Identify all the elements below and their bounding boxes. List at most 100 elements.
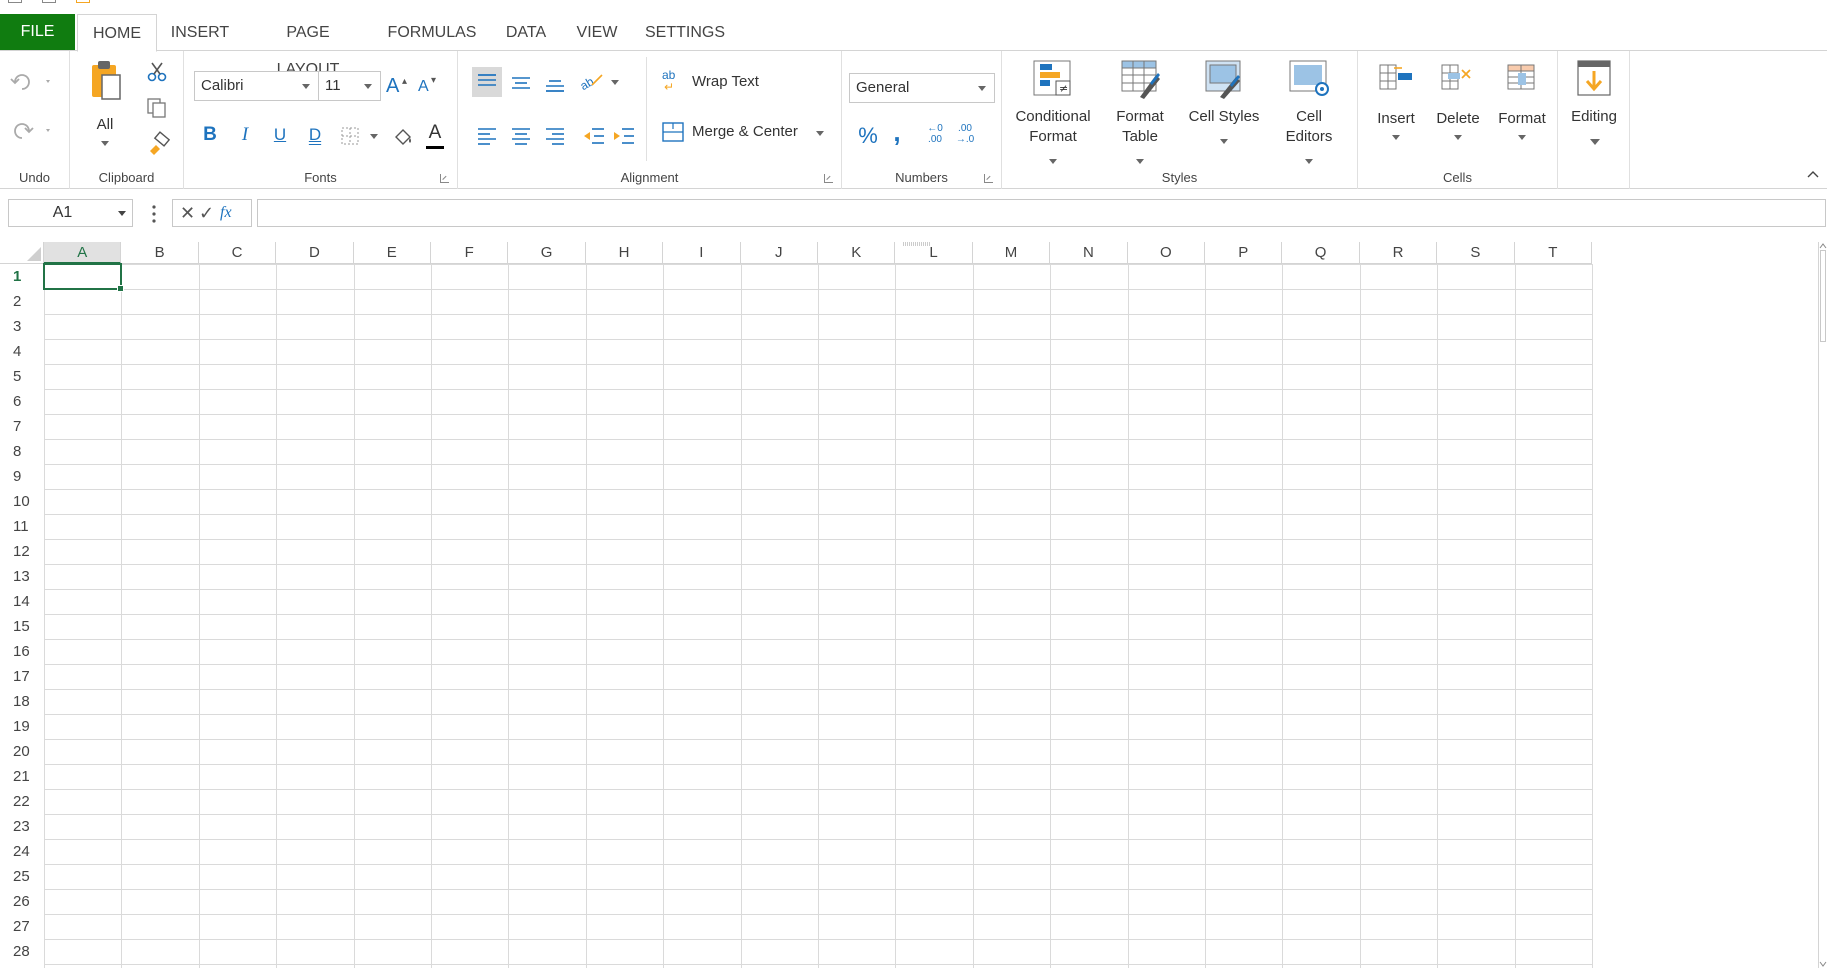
formula-input[interactable]: [257, 199, 1826, 227]
conditional-format-button[interactable]: ≠ Conditional Format: [1010, 59, 1096, 169]
row-header[interactable]: 7: [0, 414, 44, 439]
row-header[interactable]: 2: [0, 289, 44, 314]
tab-settings[interactable]: SETTINGS: [645, 14, 725, 51]
row-header[interactable]: 28: [0, 939, 44, 964]
editing-button[interactable]: Editing: [1562, 59, 1626, 159]
collapse-ribbon-button[interactable]: [1806, 167, 1820, 181]
row-header[interactable]: 22: [0, 789, 44, 814]
insert-function-icon[interactable]: fx: [220, 202, 232, 224]
column-header[interactable]: I: [663, 242, 741, 264]
column-header[interactable]: H: [585, 242, 664, 264]
row-header[interactable]: 14: [0, 589, 44, 614]
active-cell[interactable]: [43, 263, 125, 292]
tab-home[interactable]: HOME: [77, 14, 157, 52]
bold-button[interactable]: B: [197, 122, 223, 148]
scroll-up-icon[interactable]: [1819, 242, 1827, 250]
row-header[interactable]: 21: [0, 764, 44, 789]
tab-formulas[interactable]: FORMULAS: [387, 14, 477, 51]
row-header[interactable]: 15: [0, 614, 44, 639]
column-header[interactable]: F: [431, 242, 509, 264]
row-header[interactable]: 5: [0, 364, 44, 389]
double-underline-button[interactable]: D: [302, 122, 328, 148]
column-header[interactable]: P: [1205, 242, 1283, 264]
italic-button[interactable]: I: [232, 122, 258, 148]
align-center-button[interactable]: [506, 121, 536, 151]
shrink-font-button[interactable]: A ▾: [418, 75, 440, 99]
font-name-select[interactable]: Calibri: [194, 71, 319, 101]
font-color-button[interactable]: A: [424, 121, 446, 149]
column-header[interactable]: T: [1514, 242, 1592, 264]
align-right-button[interactable]: [540, 121, 570, 151]
select-all-corner[interactable]: [0, 242, 44, 264]
tab-data[interactable]: DATA: [502, 14, 550, 51]
increase-indent-button[interactable]: [610, 121, 640, 151]
undo-button[interactable]: [10, 71, 54, 93]
row-header[interactable]: 20: [0, 739, 44, 764]
underline-button[interactable]: U: [267, 122, 293, 148]
column-header[interactable]: A: [44, 242, 122, 264]
row-header[interactable]: 1: [0, 264, 44, 289]
row-header[interactable]: 10: [0, 489, 44, 514]
comma-button[interactable]: ,: [884, 119, 910, 145]
row-header[interactable]: 12: [0, 539, 44, 564]
format-table-button[interactable]: Format Table: [1106, 59, 1174, 169]
increase-decimal-button[interactable]: ←0 .00: [922, 123, 948, 149]
column-header[interactable]: M: [972, 242, 1051, 264]
format-painter-button[interactable]: [146, 131, 171, 155]
orientation-button[interactable]: ab: [578, 69, 622, 95]
row-header[interactable]: 3: [0, 314, 44, 339]
scrollbar-thumb[interactable]: [1820, 250, 1826, 342]
paste-button[interactable]: All: [88, 59, 122, 149]
copy-button[interactable]: [146, 97, 168, 119]
delete-cells-button[interactable]: Delete: [1430, 61, 1486, 151]
tab-file[interactable]: FILE: [0, 14, 75, 50]
column-header[interactable]: L: [895, 242, 973, 264]
column-header[interactable]: N: [1050, 242, 1128, 264]
confirm-icon[interactable]: ✓: [199, 202, 214, 224]
tab-insert[interactable]: INSERT: [168, 14, 232, 51]
cancel-icon[interactable]: ✕: [180, 202, 195, 224]
scroll-down-icon[interactable]: [1819, 960, 1827, 968]
alignment-dialog-launcher[interactable]: [824, 174, 833, 183]
column-header[interactable]: E: [353, 242, 431, 264]
cell-editors-button[interactable]: Cell Editors: [1274, 59, 1344, 169]
align-middle-button[interactable]: [506, 67, 536, 97]
row-header[interactable]: 13: [0, 564, 44, 589]
font-size-select[interactable]: 11: [319, 71, 381, 101]
column-header[interactable]: K: [818, 242, 896, 264]
column-header[interactable]: J: [740, 242, 818, 264]
align-left-button[interactable]: [472, 121, 502, 151]
redo-button[interactable]: [10, 120, 54, 142]
more-options-icon[interactable]: [150, 204, 158, 224]
borders-button[interactable]: [340, 125, 380, 147]
cut-button[interactable]: [146, 61, 168, 83]
vertical-scrollbar[interactable]: [1818, 242, 1827, 968]
column-header[interactable]: G: [508, 242, 586, 264]
fill-color-button[interactable]: [392, 125, 416, 149]
row-header[interactable]: 16: [0, 639, 44, 664]
column-header[interactable]: R: [1359, 242, 1438, 264]
column-header[interactable]: C: [198, 242, 277, 264]
row-header[interactable]: 23: [0, 814, 44, 839]
row-header[interactable]: 4: [0, 339, 44, 364]
insert-cells-button[interactable]: Insert: [1368, 61, 1424, 151]
tab-page-layout[interactable]: PAGE LAYOUT: [254, 14, 362, 78]
column-header[interactable]: S: [1437, 242, 1515, 264]
percent-button[interactable]: %: [855, 123, 881, 149]
align-bottom-button[interactable]: [540, 67, 570, 97]
tab-view[interactable]: VIEW: [575, 14, 619, 51]
row-header[interactable]: 18: [0, 689, 44, 714]
grow-font-button[interactable]: A ▴: [386, 73, 410, 99]
resize-handle[interactable]: [903, 233, 931, 246]
fonts-dialog-launcher[interactable]: [440, 174, 449, 183]
row-header[interactable]: 6: [0, 389, 44, 414]
decrease-indent-button[interactable]: [580, 121, 610, 151]
row-header[interactable]: 24: [0, 839, 44, 864]
column-header[interactable]: D: [276, 242, 354, 264]
row-header[interactable]: 27: [0, 914, 44, 939]
column-header[interactable]: O: [1127, 242, 1205, 264]
name-box[interactable]: A1: [8, 199, 133, 227]
row-header[interactable]: 26: [0, 889, 44, 914]
cell-area[interactable]: [43, 263, 1593, 973]
align-top-button[interactable]: [472, 67, 502, 97]
